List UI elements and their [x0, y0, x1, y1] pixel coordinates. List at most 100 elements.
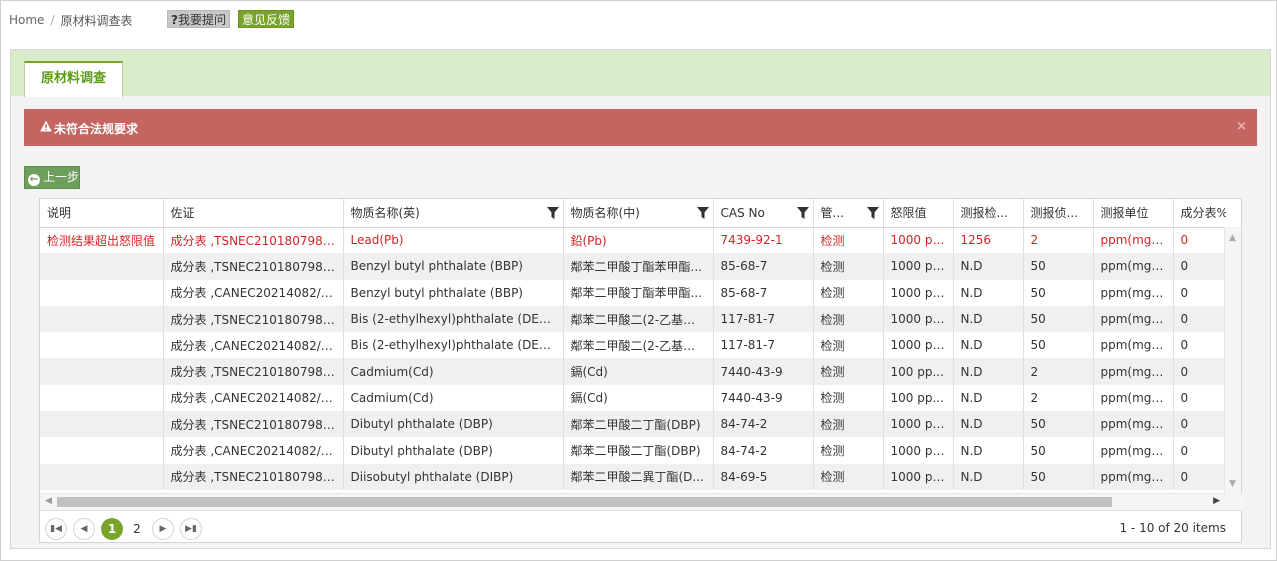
page-1-button[interactable]: 1	[101, 518, 123, 540]
back-button[interactable]: ← 上一步	[24, 166, 80, 189]
filter-icon[interactable]	[796, 207, 809, 219]
column-header[interactable]: 物质名称(中)	[563, 199, 714, 228]
evidence-link[interactable]: 成分表 ,TSNEC210180798/L...	[163, 411, 344, 438]
column-header[interactable]: 佐证	[163, 199, 344, 228]
control-cell: 检测	[813, 463, 884, 490]
page-2-button[interactable]: 2	[126, 518, 148, 540]
evidence-link[interactable]: 成分表 ,TSNEC210180798/L...	[163, 253, 344, 280]
table-row[interactable]: 成分表 ,TSNEC210180798/L... Diisobutyl phth…	[40, 463, 1226, 490]
table-row[interactable]: 成分表 ,CANEC20214082/ink Cadmium(Cd) 鎘(Cd)…	[40, 384, 1226, 412]
scroll-down-icon[interactable]: ▼	[1229, 479, 1236, 489]
last-page-icon[interactable]: ▶▮	[180, 518, 202, 540]
column-header[interactable]: CAS No	[713, 199, 814, 228]
cas-cell: 7440-43-9	[713, 384, 814, 412]
limit-cell: 1000 pp...	[883, 437, 954, 464]
vertical-scrollbar[interactable]: ▲ ▼	[1224, 227, 1241, 493]
scroll-left-icon[interactable]: ◀	[45, 496, 52, 506]
detection-limit-cell: 50	[1023, 332, 1094, 359]
column-header[interactable]: 测报侦...	[1023, 199, 1094, 228]
note-cell	[40, 411, 164, 438]
close-icon[interactable]: ×	[1236, 119, 1247, 134]
substance-en-cell: Dibutyl phthalate (DBP)	[343, 437, 564, 464]
test-value-cell: N.D	[953, 358, 1024, 385]
scroll-right-icon[interactable]: ▶	[1213, 496, 1220, 506]
prev-page-icon[interactable]: ◀	[73, 518, 95, 540]
limit-cell: 100 pp...	[883, 358, 954, 385]
filter-icon[interactable]	[696, 207, 709, 219]
results-table: 说明 佐证 物质名称(英) 物质名称(中) CAS No 管... 怒限值 测报…	[40, 199, 1226, 490]
note-cell	[40, 253, 164, 280]
limit-cell: 1000 pp...	[883, 411, 954, 438]
composition-pct-cell: 0	[1173, 411, 1226, 438]
evidence-link[interactable]: 成分表 ,CANEC20214082/ink	[163, 437, 344, 464]
table-row[interactable]: 成分表 ,TSNEC210180798/L... Cadmium(Cd) 鎘(C…	[40, 358, 1226, 385]
scroll-thumb[interactable]	[57, 497, 1112, 507]
breadcrumb-current: 原材料调查表	[60, 13, 133, 28]
detection-limit-cell: 50	[1023, 463, 1094, 490]
breadcrumb-home[interactable]: Home	[9, 13, 44, 27]
horizontal-scrollbar[interactable]: ◀ ▶	[40, 493, 1226, 510]
test-value-cell: N.D	[953, 253, 1024, 280]
evidence-link[interactable]: 成分表 ,CANEC20214082/ink	[163, 384, 344, 412]
column-header[interactable]: 说明	[40, 199, 164, 228]
column-header[interactable]: 物质名称(英)	[343, 199, 564, 228]
detection-limit-cell: 50	[1023, 437, 1094, 464]
tab-raw-material-survey[interactable]: 原材料调查	[24, 61, 123, 97]
control-cell: 检测	[813, 332, 884, 359]
evidence-link[interactable]: 成分表 ,TSNEC210180798/L...	[163, 463, 344, 490]
column-header[interactable]: 怒限值	[883, 199, 954, 228]
substance-cn-cell: 鄰苯二甲酸二(2-乙基己...	[563, 332, 714, 359]
control-cell: 检测	[813, 384, 884, 412]
unit-cell: ppm(mg/kg)	[1093, 384, 1174, 412]
evidence-link[interactable]: 成分表 ,TSNEC210180798/L...	[163, 305, 344, 333]
substance-cn-cell: 鄰苯二甲酸二丁酯(DBP)	[563, 437, 714, 464]
ask-question-label: 我要提问	[177, 13, 226, 27]
scroll-corner	[1226, 493, 1243, 510]
error-alert: 未符合法规要求 ×	[24, 109, 1257, 146]
substance-en-cell: Benzyl butyl phthalate (BBP)	[343, 279, 564, 306]
substance-en-cell: Dibutyl phthalate (DBP)	[343, 411, 564, 438]
scroll-up-icon[interactable]: ▲	[1229, 233, 1236, 243]
ask-question-button[interactable]: ?我要提问	[167, 10, 230, 28]
composition-pct-cell: 0	[1173, 253, 1226, 280]
limit-cell: 1000 pp...	[883, 305, 954, 333]
table-row[interactable]: 成分表 ,TSNEC210180798/L... Dibutyl phthala…	[40, 411, 1226, 438]
unit-cell: ppm(mg/kg)	[1093, 332, 1174, 359]
note-cell	[40, 463, 164, 490]
column-header[interactable]: 管...	[813, 199, 884, 228]
alert-message: 未符合法规要求	[54, 122, 139, 136]
filter-icon[interactable]	[546, 207, 559, 219]
feedback-button[interactable]: 意见反馈	[238, 10, 295, 28]
table-row[interactable]: 成分表 ,CANEC20214082/ink Dibutyl phthalate…	[40, 437, 1226, 464]
cas-cell: 117-81-7	[713, 305, 814, 333]
detection-limit-cell: 50	[1023, 411, 1094, 438]
limit-cell: 1000 pp...	[883, 279, 954, 306]
substance-en-cell: Benzyl butyl phthalate (BBP)	[343, 253, 564, 280]
first-page-icon[interactable]: ▮◀	[45, 518, 67, 540]
control-cell: 检测	[813, 437, 884, 464]
column-header[interactable]: 成分表%	[1173, 199, 1226, 228]
unit-cell: ppm(mg/kg)	[1093, 253, 1174, 280]
note-cell: 检测结果超出怒限值	[40, 227, 164, 254]
substance-en-cell: Cadmium(Cd)	[343, 384, 564, 412]
filter-icon[interactable]	[866, 207, 879, 219]
cas-cell: 117-81-7	[713, 332, 814, 359]
column-header[interactable]: 测报检...	[953, 199, 1024, 228]
evidence-link[interactable]: 成分表 ,TSNEC210180798/L...	[163, 358, 344, 385]
table-row[interactable]: 成分表 ,TSNEC210180798/L... Bis (2-ethylhex…	[40, 305, 1226, 333]
column-header[interactable]: 测报单位	[1093, 199, 1174, 228]
evidence-link[interactable]: 成分表 ,CANEC20214082/ink	[163, 332, 344, 359]
tab-bar: 原材料调查	[11, 50, 1270, 97]
cas-cell: 85-68-7	[713, 279, 814, 306]
evidence-link[interactable]: 成分表 ,CANEC20214082/ink	[163, 279, 344, 306]
evidence-link[interactable]: 成分表 ,TSNEC210180798/L...	[163, 227, 344, 254]
test-value-cell: N.D	[953, 411, 1024, 438]
table-row[interactable]: 检测结果超出怒限值 成分表 ,TSNEC210180798/L... Lead(…	[40, 227, 1226, 254]
table-row[interactable]: 成分表 ,CANEC20214082/ink Bis (2-ethylhexyl…	[40, 332, 1226, 359]
test-value-cell: N.D	[953, 384, 1024, 412]
table-row[interactable]: 成分表 ,TSNEC210180798/L... Benzyl butyl ph…	[40, 253, 1226, 280]
table-row[interactable]: 成分表 ,CANEC20214082/ink Benzyl butyl phth…	[40, 279, 1226, 306]
substance-cn-cell: 鄰苯二甲酸丁酯苯甲酯...	[563, 253, 714, 280]
next-page-icon[interactable]: ▶	[152, 518, 174, 540]
cas-cell: 84-74-2	[713, 437, 814, 464]
